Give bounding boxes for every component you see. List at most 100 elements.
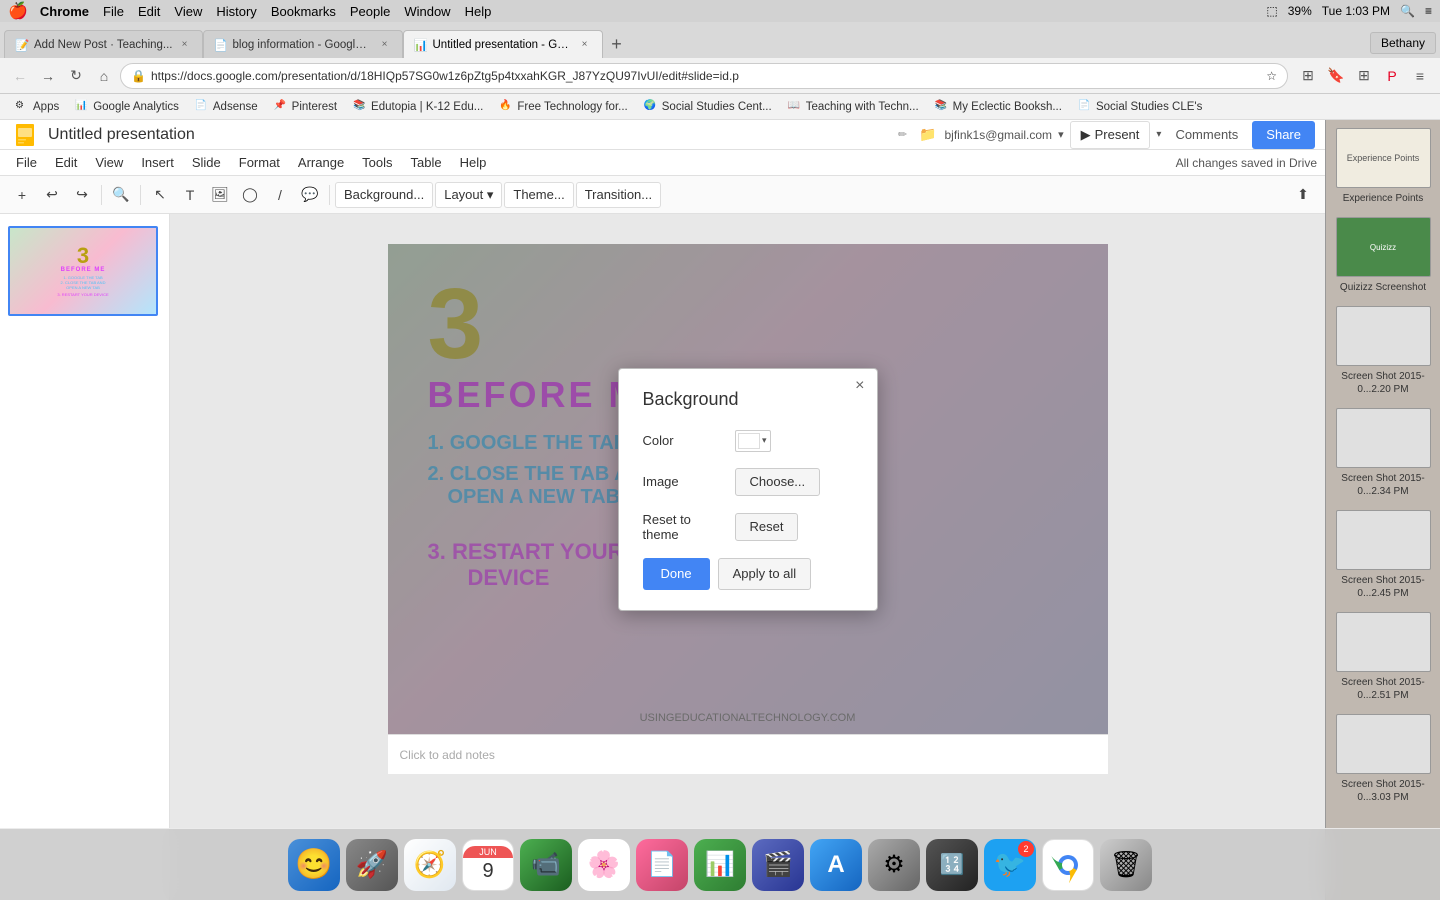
presentation-title[interactable]: Untitled presentation (48, 126, 890, 144)
address-bar[interactable]: 🔒 https://docs.google.com/presentation/d… (120, 63, 1288, 89)
transition-dropdown[interactable]: Transition... (576, 182, 661, 208)
menu-people[interactable]: People (350, 4, 390, 19)
layout-dropdown[interactable]: Layout ▾ (435, 182, 502, 208)
menu-chrome[interactable]: Chrome (40, 4, 89, 19)
color-selector[interactable]: ▾ (735, 430, 771, 452)
text-tool[interactable]: T (176, 181, 204, 209)
present-dropdown[interactable]: ▾ (1156, 129, 1161, 140)
bookmark-edutopia[interactable]: 📚 Edutopia | K-12 Edu... (346, 96, 490, 118)
redo-button[interactable]: ↪ (68, 181, 96, 209)
dock-numbers[interactable]: 📊 (694, 839, 746, 891)
share-button[interactable]: Share (1252, 121, 1315, 149)
menu-tools[interactable]: Tools (354, 153, 400, 172)
dock-calculator[interactable]: 🔢 (926, 839, 978, 891)
menu-table[interactable]: Table (403, 153, 450, 172)
zoom-button[interactable]: 🔍 (107, 181, 135, 209)
undo-button[interactable]: ↩ (38, 181, 66, 209)
tab-3-close[interactable]: × (578, 38, 592, 52)
user-dropdown-icon[interactable]: ▾ (1058, 128, 1064, 141)
notes-area[interactable]: Click to add notes (388, 734, 1108, 774)
menu-help[interactable]: Help (452, 153, 495, 172)
theme-dropdown[interactable]: Theme... (504, 182, 573, 208)
menu-arrange[interactable]: Arrange (290, 153, 352, 172)
dialog-close-button[interactable]: × (855, 377, 864, 395)
reset-button[interactable]: Reset (735, 513, 799, 541)
tab-3[interactable]: 📊 Untitled presentation - Go... × (403, 30, 603, 58)
menu-history[interactable]: History (216, 4, 256, 19)
dock-photos[interactable]: 🌸 (578, 839, 630, 891)
pinterest-icon[interactable]: P (1380, 64, 1404, 88)
back-button[interactable]: ← (8, 64, 32, 88)
present-button[interactable]: ▶ Present (1070, 121, 1151, 149)
sidebar-item-4[interactable]: Screen Shot 2015-0...2.45 PM (1330, 510, 1436, 600)
bookmark-manager-icon[interactable]: 🔖 (1324, 64, 1348, 88)
bookmark-bookshelf[interactable]: 📚 My Eclectic Booksh... (928, 96, 1069, 118)
bookmark-freetech[interactable]: 🔥 Free Technology for... (492, 96, 634, 118)
sidebar-item-0[interactable]: Experience Points Experience Points (1336, 128, 1431, 205)
dock-pages[interactable]: 📄 (636, 839, 688, 891)
dock-finder[interactable]: 😊 (288, 839, 340, 891)
dock-appstore[interactable]: A (810, 839, 862, 891)
sidebar-item-6[interactable]: Screen Shot 2015-0...3.03 PM (1330, 714, 1436, 804)
slide-canvas[interactable]: 3 BEFORE ME 1. GOOGLE THE TAB 2. CLOSE T… (388, 244, 1108, 734)
menu-file[interactable]: File (8, 153, 45, 172)
add-slide-button[interactable]: + (8, 181, 36, 209)
refresh-button[interactable]: ↻ (64, 64, 88, 88)
tab-1[interactable]: 📝 Add New Post · Teaching... × (4, 30, 203, 58)
tab-1-close[interactable]: × (178, 38, 192, 52)
bookmark-teaching[interactable]: 📖 Teaching with Techn... (781, 96, 926, 118)
chrome-menu-icon[interactable]: ≡ (1408, 64, 1432, 88)
image-tool[interactable]: 🖼 (206, 181, 234, 209)
menu-window[interactable]: Window (404, 4, 450, 19)
notification-icon[interactable]: ≡ (1425, 4, 1432, 18)
slide-1-thumbnail[interactable]: 3 BEFORE ME 1. GOOGLE THE TAB 2. CLOSE T… (8, 226, 158, 316)
dock-twitter[interactable]: 🐦 2 (984, 839, 1036, 891)
dock-facetime[interactable]: 📹 (520, 839, 572, 891)
apple-menu[interactable]: 🍎 (8, 1, 28, 21)
menu-slide[interactable]: Slide (184, 153, 229, 172)
menu-view[interactable]: View (174, 4, 202, 19)
shape-tool[interactable]: ◯ (236, 181, 264, 209)
sidebar-item-1[interactable]: Quizizz Quizizz Screenshot (1336, 217, 1431, 294)
line-tool[interactable]: / (266, 181, 294, 209)
tab-2-close[interactable]: × (378, 38, 392, 52)
spotlight-icon[interactable]: 🔍 (1400, 4, 1415, 18)
bookmark-pinterest[interactable]: 📌 Pinterest (267, 96, 344, 118)
apply-to-all-button[interactable]: Apply to all (718, 558, 812, 590)
tab-2[interactable]: 📄 blog information - Google ... × (203, 30, 403, 58)
user-account-button[interactable]: Bethany (1370, 32, 1436, 54)
dock-safari[interactable]: 🧭 (404, 839, 456, 891)
google-apps-icon[interactable]: ⊞ (1352, 64, 1376, 88)
cursor-tool[interactable]: ↖ (146, 181, 174, 209)
dock-settings[interactable]: ⚙ (868, 839, 920, 891)
bookmark-socialstudies[interactable]: 🌍 Social Studies Cent... (637, 96, 779, 118)
home-button[interactable]: ⌂ (92, 64, 116, 88)
comment-tool[interactable]: 💬 (296, 181, 324, 209)
extensions-icon[interactable]: ⊞ (1296, 64, 1320, 88)
comments-button[interactable]: Comments (1167, 121, 1246, 149)
done-button[interactable]: Done (643, 558, 710, 590)
menu-help[interactable]: Help (465, 4, 492, 19)
dock-launchpad[interactable]: 🚀 (346, 839, 398, 891)
new-tab-button[interactable]: + (603, 30, 631, 58)
menu-edit[interactable]: Edit (47, 153, 85, 172)
background-dropdown[interactable]: Background... (335, 182, 433, 208)
menu-view[interactable]: View (87, 153, 131, 172)
choose-image-button[interactable]: Choose... (735, 468, 821, 496)
menu-edit[interactable]: Edit (138, 4, 160, 19)
bookmark-adsense[interactable]: 📄 Adsense (188, 96, 265, 118)
sidebar-item-2[interactable]: Screen Shot 2015-0...2.20 PM (1330, 306, 1436, 396)
sidebar-item-3[interactable]: Screen Shot 2015-0...2.34 PM (1330, 408, 1436, 498)
dock-chrome[interactable] (1042, 839, 1094, 891)
sidebar-item-5[interactable]: Screen Shot 2015-0...2.51 PM (1330, 612, 1436, 702)
menu-file[interactable]: File (103, 4, 124, 19)
dock-keynote[interactable]: 🎬 (752, 839, 804, 891)
bookmark-analytics[interactable]: 📊 Google Analytics (68, 96, 186, 118)
forward-button[interactable]: → (36, 64, 60, 88)
dock-calendar[interactable]: JUN 9 (462, 839, 514, 891)
bookmark-apps[interactable]: ⚙ Apps (8, 96, 66, 118)
menu-insert[interactable]: Insert (133, 153, 182, 172)
menu-format[interactable]: Format (231, 153, 288, 172)
bookmark-cle[interactable]: 📄 Social Studies CLE's (1071, 96, 1209, 118)
menu-bookmarks[interactable]: Bookmarks (271, 4, 336, 19)
